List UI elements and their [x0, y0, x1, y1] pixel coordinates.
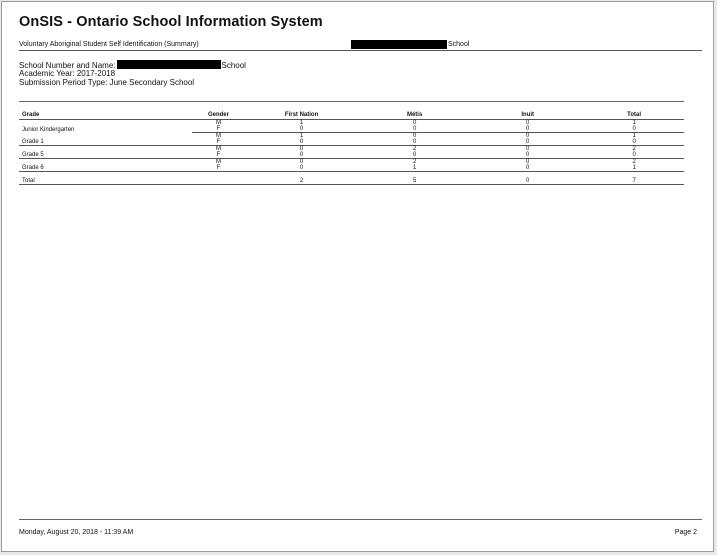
- info-divider: [19, 101, 684, 102]
- total-row: Total 2 5 0 7: [19, 171, 684, 185]
- footer-divider: [19, 519, 702, 520]
- column-header-total: Total: [584, 111, 684, 120]
- subtitle-school-suffix: School: [448, 41, 470, 48]
- summary-table: Grade Gender First Nation Métis Inuit To…: [19, 111, 684, 185]
- page-number: Page 2: [674, 529, 697, 536]
- report-title: OnSIS - Ontario School Information Syste…: [19, 14, 323, 30]
- redacted-school-number-name: [116, 60, 221, 69]
- academic-year: Academic Year: 2017-2018: [19, 69, 116, 78]
- footer-timestamp: Monday, August 20, 2018 - 11:39 AM: [19, 529, 134, 536]
- total-label: Total: [19, 171, 192, 185]
- report-name: Voluntary Aboriginal Student Self Identi…: [19, 41, 199, 48]
- total-gender-cell: [191, 171, 246, 185]
- column-header-metis: Métis: [358, 111, 472, 120]
- grand-total: 7: [584, 171, 684, 185]
- column-header-gender: Gender: [191, 111, 246, 120]
- report-subtitle-row: Voluntary Aboriginal Student Self Identi…: [19, 40, 702, 50]
- total-inuit: 0: [471, 171, 585, 185]
- header-divider: [19, 50, 702, 51]
- submission-period: Submission Period Type: June Secondary S…: [19, 78, 195, 87]
- total-metis: 5: [358, 171, 472, 185]
- column-header-grade: Grade: [19, 111, 192, 120]
- total-first-nation: 2: [245, 171, 359, 185]
- grade-label: Junior Kindergarten: [22, 126, 75, 133]
- redacted-school-name: [351, 40, 447, 49]
- column-header-inuit: Inuit: [471, 111, 585, 120]
- grade-label: Grade 5: [19, 145, 192, 159]
- grade-label: Grade 1: [19, 132, 192, 146]
- school-suffix: School: [221, 61, 246, 70]
- table-header-row: Grade Gender First Nation Métis Inuit To…: [19, 111, 684, 120]
- column-header-first-nation: First Nation: [245, 111, 359, 120]
- report-page: OnSIS - Ontario School Information Syste…: [1, 1, 714, 552]
- grade-label: Grade 6: [19, 158, 192, 172]
